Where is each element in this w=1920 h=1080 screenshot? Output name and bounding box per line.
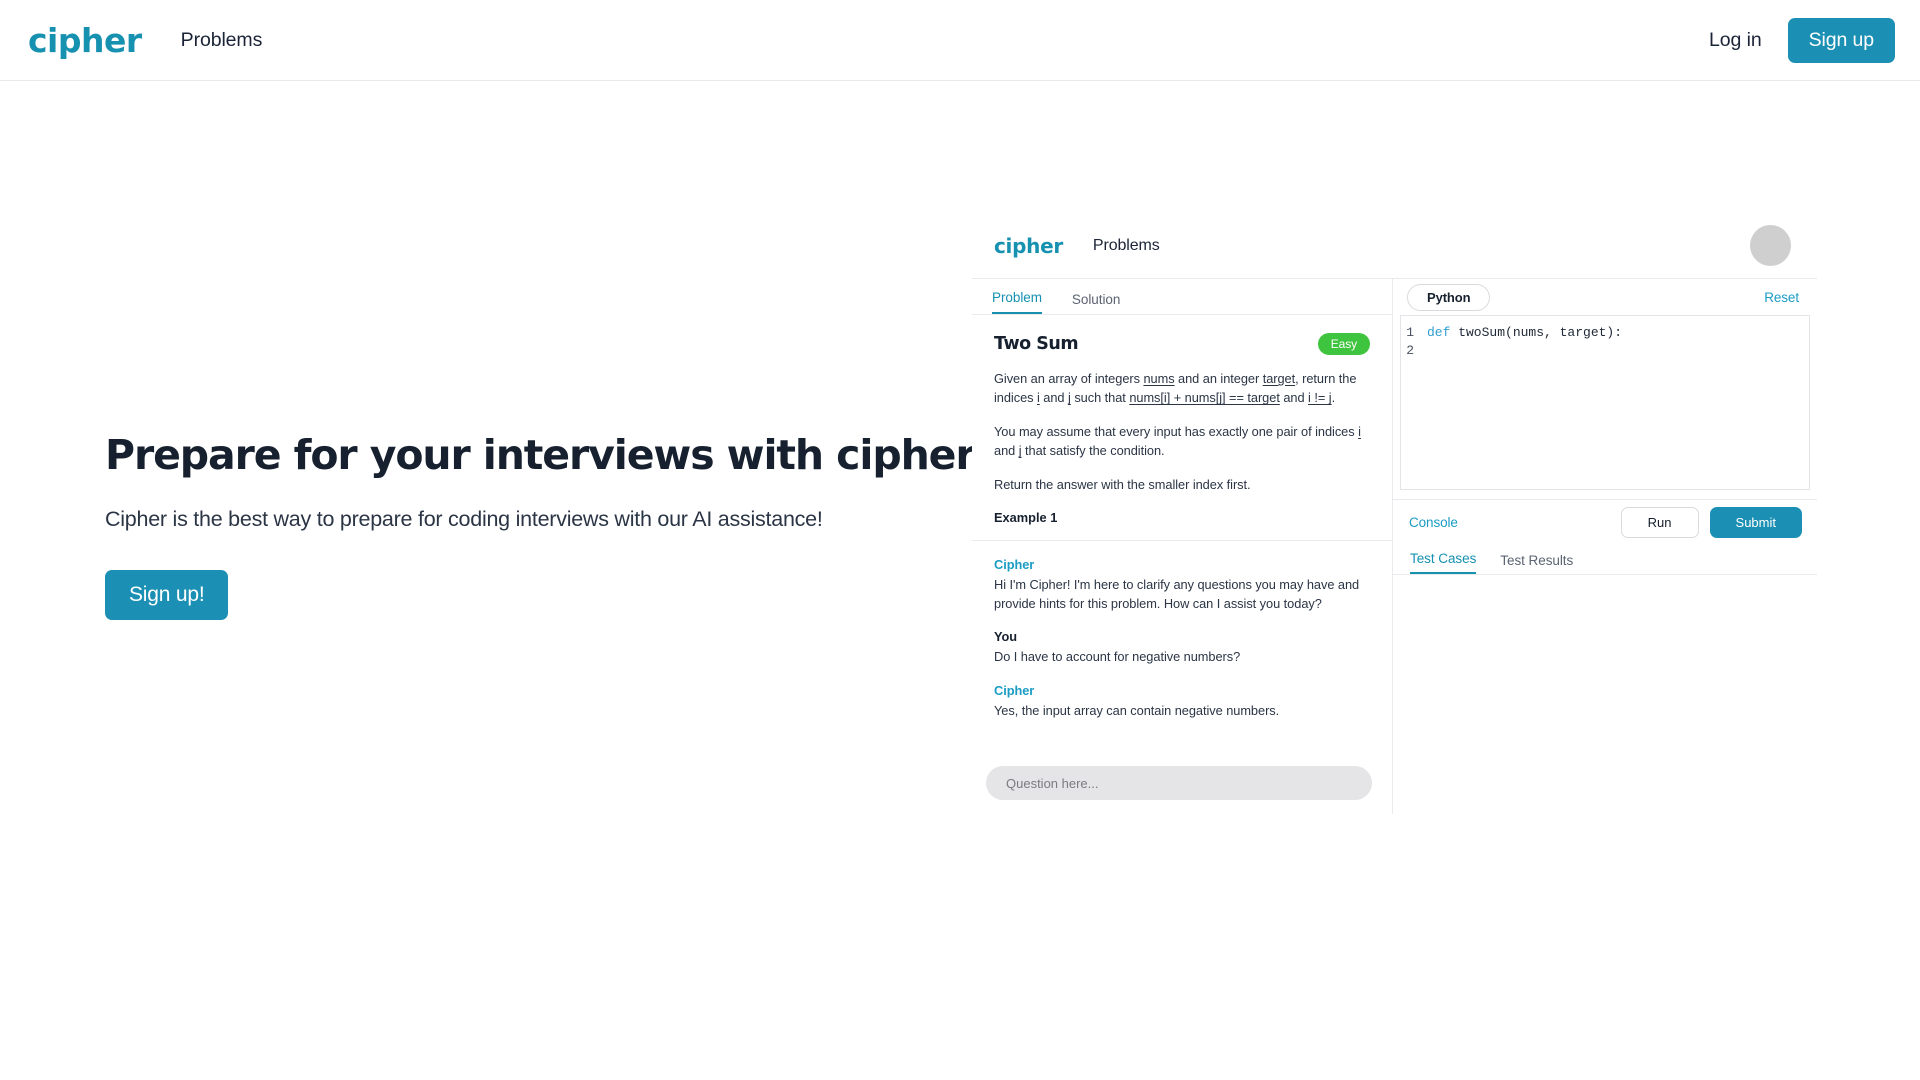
problem-header: Two Sum Easy [994,333,1370,355]
code-keyword: def [1427,325,1451,340]
tab-test-cases: Test Cases [1410,551,1476,574]
chat-message: Cipher Yes, the input array can contain … [994,683,1370,720]
line-number: 2 [1406,343,1414,359]
editor-column: Python Reset 1 def twoSum(nums, target):… [1393,279,1817,814]
chat-text: Do I have to account for negative number… [994,649,1241,665]
code-line: 2 [1401,342,1809,360]
nav-link-problems[interactable]: Problems [181,29,263,52]
chat-author: Cipher [994,682,1035,698]
console-label: Console [1409,515,1458,530]
code-content: def twoSum(nums, target): [1427,324,1622,342]
app-preview-body: Problem Solution Two Sum Easy Given an a… [972,278,1817,814]
result-tabs: Test Cases Test Results [1393,545,1817,575]
chat-question-input [986,766,1372,800]
hero-section: Prepare for your interviews with cipher … [105,431,976,621]
top-navigation-bar: cipher Problems Log in Sign up [0,0,1920,81]
console-actions: Run Submit [1620,507,1802,538]
chat-author: Cipher [994,557,1035,572]
auth-actions: Log in Sign up [1709,17,1895,63]
signup-button[interactable]: Sign up [1787,17,1895,63]
login-link[interactable]: Log in [1709,29,1762,52]
submit-button: Submit [1709,507,1802,538]
app-preview-screenshot: cipher Problems Problem Solution Two Sum… [972,214,1817,814]
hero-subtitle: Cipher is the best way to prepare for co… [105,507,823,532]
chat-message: Cipher Hi I'm Cipher! I'm here to clarif… [994,557,1370,613]
tab-test-results: Test Results [1500,553,1574,568]
reset-link: Reset [1764,289,1799,305]
chat-text: Hi I'm Cipher! I'm here to clarify any q… [994,577,1360,612]
code-rest: twoSum(nums, target): [1450,325,1623,340]
chat-pane: Cipher Hi I'm Cipher! I'm here to clarif… [972,541,1392,814]
example-label: Example 1 [994,510,1058,526]
problem-column: Problem Solution Two Sum Easy Given an a… [972,279,1393,814]
avatar [1750,225,1791,266]
console-toolbar: Console Run Submit [1393,499,1817,545]
problem-tabs: Problem Solution [972,279,1392,315]
problem-description-pane: Two Sum Easy Given an array of integers … [972,315,1392,541]
problem-paragraph-1: Given an array of integers nums and an i… [994,371,1357,406]
site-logo[interactable]: cipher [28,24,142,57]
hero-signup-button[interactable]: Sign up! [105,570,229,621]
language-select: Python [1407,283,1491,311]
tab-problem: Problem [992,290,1042,314]
hero-title: Prepare for your interviews with cipher [105,431,976,479]
difficulty-badge: Easy [1317,333,1370,355]
app-nav-link-problems: Problems [1092,237,1160,254]
code-line: 1 def twoSum(nums, target): [1401,324,1809,342]
chat-author: You [994,629,1018,645]
problem-title: Two Sum [994,334,1079,354]
tab-solution: Solution [1071,292,1121,307]
result-body [1393,575,1817,814]
problem-paragraph-2: You may assume that every input has exac… [994,423,1361,459]
app-logo: cipher [994,234,1063,258]
editor-toolbar: Python Reset [1393,279,1817,315]
app-preview-header: cipher Problems [972,214,1817,278]
problem-paragraph-3: Return the answer with the smaller index… [994,476,1251,492]
run-button: Run [1620,507,1699,538]
chat-message: You Do I have to account for negative nu… [994,629,1370,666]
code-editor: 1 def twoSum(nums, target): 2 [1400,315,1810,490]
line-number: 1 [1406,325,1414,340]
chat-text: Yes, the input array can contain negativ… [994,702,1280,718]
